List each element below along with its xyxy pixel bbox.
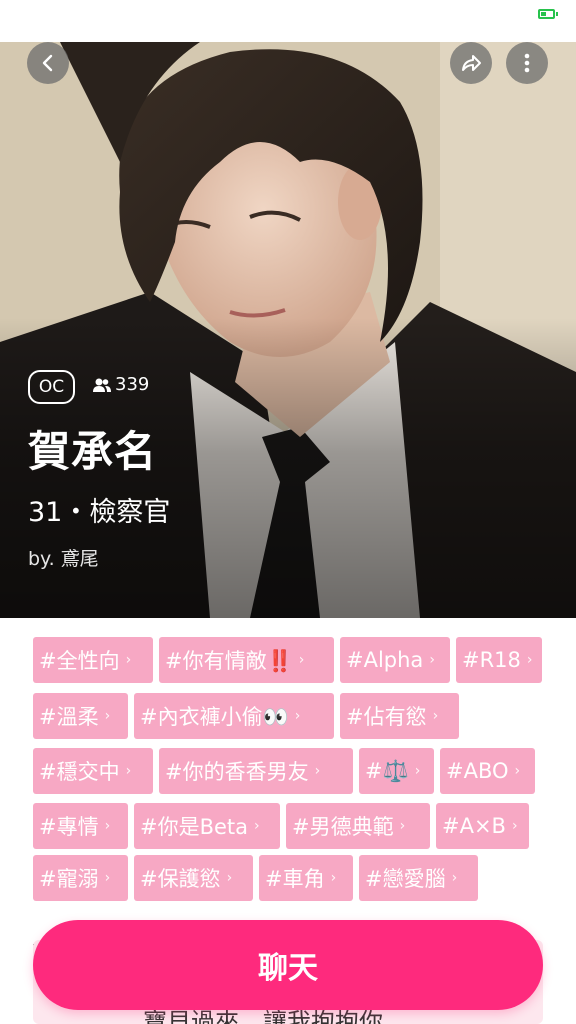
follower-count: 339 — [93, 374, 149, 395]
chat-button[interactable]: 聊天 — [33, 920, 543, 1010]
chevron-right-icon: › — [254, 818, 260, 834]
tag-label: #A×B — [442, 814, 506, 838]
tag-item[interactable]: #A×B › — [436, 803, 529, 849]
chevron-right-icon: › — [511, 818, 518, 834]
tag-item[interactable]: #你有情敵‼️ › — [159, 637, 334, 683]
battery-icon — [538, 9, 558, 19]
chevron-right-icon: › — [298, 652, 305, 668]
chevron-right-icon: › — [314, 763, 321, 779]
status-bar — [0, 0, 576, 42]
chevron-right-icon: › — [104, 870, 111, 886]
tag-label: #R18 — [462, 648, 521, 672]
tag-item[interactable]: #Alpha › — [340, 637, 450, 683]
tag-item[interactable]: #⚖️ › — [359, 748, 434, 794]
tag-label: #全性向 — [39, 649, 120, 673]
chevron-right-icon: › — [526, 652, 533, 668]
people-icon — [93, 378, 111, 392]
tag-label: #你有情敵‼️ — [165, 649, 293, 673]
tag-label: #戀愛腦 — [365, 867, 446, 891]
tag-label: #專情 — [39, 815, 99, 839]
tag-label: #車角 — [265, 867, 325, 891]
tag-label: #內衣褲小偷👀 — [140, 705, 289, 729]
tag-label: #佔有慾 — [346, 705, 427, 729]
tag-label: #你是Beta — [140, 815, 249, 839]
tag-item[interactable]: #你的香香男友 › — [159, 748, 353, 794]
tag-item[interactable]: #戀愛腦 › — [359, 855, 478, 901]
tag-label: #你的香香男友 — [165, 760, 309, 784]
back-button[interactable] — [27, 42, 69, 84]
tag-item[interactable]: #R18 › — [456, 637, 542, 683]
chevron-right-icon: › — [514, 763, 521, 779]
tag-label: #ABO — [446, 759, 509, 783]
tag-label: #穩交中 — [39, 760, 120, 784]
tag-item[interactable]: #ABO › — [440, 748, 535, 794]
tag-label: #男德典範 — [292, 815, 394, 839]
tag-label: #寵溺 — [39, 867, 99, 891]
chevron-left-icon — [42, 54, 53, 72]
tag-label: #保護慾 — [140, 867, 221, 891]
more-button[interactable] — [506, 42, 548, 84]
share-button[interactable] — [450, 42, 492, 84]
tag-item[interactable]: #溫柔 › — [33, 693, 128, 739]
tag-item[interactable]: #男德典範 › — [286, 803, 430, 849]
share-icon — [462, 55, 481, 71]
chevron-right-icon: › — [451, 870, 458, 886]
character-subtitle: 31・檢察官 — [28, 497, 171, 528]
follower-count-value: 339 — [115, 374, 150, 395]
tag-item[interactable]: #全性向 › — [33, 637, 153, 683]
character-name: 賀承名 — [28, 427, 158, 476]
chevron-right-icon: › — [104, 818, 111, 834]
tag-label: #Alpha — [346, 648, 424, 672]
chevron-right-icon: › — [125, 763, 132, 779]
tag-item[interactable]: #穩交中 › — [33, 748, 153, 794]
tag-item[interactable]: #專情 › — [33, 803, 128, 849]
more-vertical-icon — [524, 53, 530, 73]
chevron-right-icon: › — [429, 652, 435, 668]
tag-item[interactable]: #保護慾 › — [134, 855, 253, 901]
tag-item[interactable]: #佔有慾 › — [340, 693, 459, 739]
tag-item[interactable]: #內衣褲小偷👀 › — [134, 693, 334, 739]
tag-item[interactable]: #車角 › — [259, 855, 353, 901]
tag-item[interactable]: #寵溺 › — [33, 855, 128, 901]
tag-label: #溫柔 — [39, 705, 99, 729]
character-author: by. 鳶尾 — [28, 548, 99, 570]
chevron-right-icon: › — [330, 870, 337, 886]
chevron-right-icon: › — [432, 708, 439, 724]
tag-item[interactable]: #你是Beta › — [134, 803, 280, 849]
chevron-right-icon: › — [294, 708, 301, 724]
character-hero — [0, 42, 576, 618]
chevron-right-icon: › — [125, 652, 132, 668]
chevron-right-icon: › — [104, 708, 111, 724]
oc-badge: OC — [28, 370, 75, 404]
tag-label: #⚖️ — [365, 758, 409, 783]
chevron-right-icon: › — [399, 818, 406, 834]
chevron-right-icon: › — [414, 763, 421, 779]
chevron-right-icon: › — [226, 870, 233, 886]
